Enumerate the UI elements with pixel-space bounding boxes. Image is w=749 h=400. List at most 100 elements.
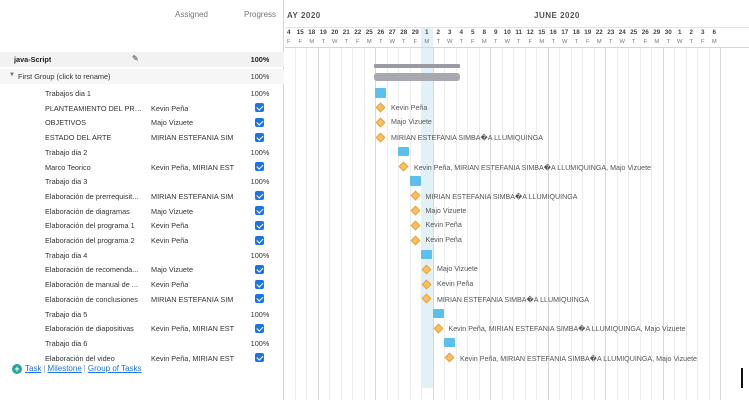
day-number: 17	[561, 29, 569, 36]
done-checkbox[interactable]	[255, 235, 264, 245]
milestone-row[interactable]: Elaboración de diagramas Majo Vizuete	[0, 204, 284, 219]
row-assigned[interactable]: Majo Vizuete	[151, 207, 235, 216]
milestone-diamond[interactable]	[375, 102, 386, 113]
task-bar[interactable]	[432, 308, 444, 318]
row-name[interactable]: Elaboración de diapositivas	[45, 324, 145, 333]
milestone-row[interactable]: OBJETIVOS Majo Vizuete	[0, 115, 284, 130]
task-bar[interactable]	[398, 146, 409, 157]
milestone-row[interactable]: Elaboración de prerrequisit... MIRIAN EST…	[0, 189, 284, 204]
done-checkbox[interactable]	[255, 132, 264, 142]
group-summary-bar[interactable]	[374, 73, 460, 81]
column-header-assigned[interactable]: Assigned	[175, 10, 208, 19]
day-of-week: M	[539, 39, 545, 45]
milestone-diamond[interactable]	[410, 190, 420, 201]
column-header-progress[interactable]: Progress	[244, 10, 276, 19]
row-name[interactable]: Elaboración de conclusiones	[45, 295, 145, 304]
task-row[interactable]: Trabajo dia 4 100%	[0, 248, 284, 263]
milestone-row[interactable]: PLANTEAMIENTO DEL PRO... Kevin Peña	[0, 101, 284, 116]
milestone-diamond[interactable]	[398, 161, 409, 172]
row-assigned[interactable]: MIRIAN ESTEFANIA SIM	[151, 295, 235, 304]
task-row[interactable]: Trabajo dia 3 100%	[0, 174, 284, 189]
milestone-diamond[interactable]	[410, 220, 420, 231]
milestone-row[interactable]: Elaboración de conclusiones MIRIAN ESTEFA…	[0, 292, 284, 307]
milestone-row[interactable]: Marco Teorico Kevin Peña, MIRIAN EST	[0, 160, 284, 175]
task-row[interactable]: Trabajos dia 1 100%	[0, 86, 284, 101]
row-assigned[interactable]: Kevin Peña, MIRIAN EST	[151, 354, 235, 363]
milestone-row[interactable]: Elaboración del programa 2 Kevin Peña	[0, 233, 284, 248]
done-checkbox[interactable]	[255, 353, 264, 363]
milestone-row[interactable]: ESTADO DEL ARTE MIRIAN ESTEFANIA SIM	[0, 130, 284, 145]
row-assigned[interactable]: Majo Vizuete	[151, 118, 235, 127]
milestone-row[interactable]: Elaboración de diapositivas Kevin Peña, M…	[0, 321, 284, 336]
row-name[interactable]: Elaboración de diagramas	[45, 207, 145, 216]
add-group-link[interactable]: Group of Tasks	[88, 364, 142, 373]
row-assigned[interactable]: Kevin Peña	[151, 280, 235, 289]
row-name[interactable]: Elaboración de prerrequisit...	[45, 192, 145, 201]
row-name[interactable]: OBJETIVOS	[45, 118, 145, 127]
done-checkbox[interactable]	[255, 264, 264, 274]
project-row[interactable]: java-Script ✎ 100%	[0, 52, 284, 67]
done-checkbox[interactable]	[255, 294, 264, 304]
row-name[interactable]: Elaboración del programa 2	[45, 236, 145, 245]
task-row[interactable]: Trabajo dia 5 100%	[0, 307, 284, 322]
row-assigned[interactable]: Kevin Peña	[151, 236, 235, 245]
row-name[interactable]: Elaboración de recomenda...	[45, 265, 145, 274]
row-name[interactable]: Trabajos dia 1	[45, 89, 145, 98]
row-name[interactable]: Trabajo dia 2	[45, 148, 145, 157]
task-bar[interactable]	[444, 337, 455, 348]
row-assigned[interactable]: MIRIAN ESTEFANIA SIM	[151, 192, 235, 201]
day-gridline	[536, 48, 537, 400]
row-name[interactable]: Trabajo dia 3	[45, 177, 145, 186]
pencil-icon[interactable]: ✎	[132, 54, 139, 63]
milestone-diamond[interactable]	[410, 235, 420, 245]
group-name[interactable]: First Group (click to rename)	[18, 72, 110, 81]
row-assigned[interactable]: Kevin Peña, MIRIAN EST	[151, 324, 235, 333]
day-gridline	[421, 48, 422, 400]
project-name[interactable]: java-Script	[14, 55, 51, 64]
row-name[interactable]: PLANTEAMIENTO DEL PRO...	[45, 104, 145, 113]
task-bar[interactable]	[421, 249, 432, 260]
row-name[interactable]: ESTADO DEL ARTE	[45, 133, 145, 142]
add-task-link[interactable]: Task	[25, 364, 41, 373]
done-checkbox[interactable]	[255, 103, 264, 113]
milestone-diamond[interactable]	[433, 323, 443, 334]
row-name[interactable]: Elaboración del video	[45, 354, 145, 363]
task-bar[interactable]	[409, 176, 421, 186]
done-checkbox[interactable]	[255, 220, 264, 230]
done-checkbox[interactable]	[255, 117, 264, 127]
task-row[interactable]: Trabajo dia 2 100%	[0, 145, 284, 160]
group-row[interactable]: ▼ First Group (click to rename) 100%	[0, 69, 284, 84]
done-checkbox[interactable]	[255, 279, 264, 289]
done-checkbox[interactable]	[255, 206, 264, 216]
row-assigned[interactable]: Kevin Peña, MIRIAN EST	[151, 163, 235, 172]
task-row[interactable]: Trabajo dia 6 100%	[0, 336, 284, 351]
row-name[interactable]: Trabajo dia 4	[45, 251, 145, 260]
done-checkbox[interactable]	[255, 162, 264, 171]
row-assigned[interactable]: Kevin Peña	[151, 221, 235, 230]
row-name[interactable]: Trabajo dia 5	[45, 310, 145, 319]
day-number: 26	[377, 29, 385, 36]
project-summary-bar[interactable]	[374, 64, 460, 68]
milestone-row[interactable]: Elaboración de manual de ... Kevin Peña	[0, 277, 284, 292]
row-name[interactable]: Marco Teorico	[45, 163, 145, 172]
done-checkbox[interactable]	[255, 323, 264, 333]
add-icon[interactable]: +	[12, 364, 22, 374]
gantt-chart[interactable]: AY 2020 JUNE 2020 4 F 15 F 18 M 19 T 20 W 21 T 22 F 25…	[285, 0, 749, 400]
row-name[interactable]: Elaboración de manual de ...	[45, 280, 145, 289]
milestone-row[interactable]: Elaboración de recomenda... Majo Vizuete	[0, 262, 284, 277]
row-name[interactable]: Elaboración del programa 1	[45, 221, 145, 230]
row-name[interactable]: Trabajo dia 6	[45, 339, 145, 348]
done-checkbox[interactable]	[255, 191, 264, 201]
row-assigned[interactable]: Kevin Peña	[151, 104, 235, 113]
add-milestone-link[interactable]: Milestone	[48, 364, 82, 373]
milestone-diamond[interactable]	[410, 205, 420, 216]
task-grid: Assigned Progress java-Script ✎ 100% ▼ F…	[0, 0, 284, 400]
milestone-diamond[interactable]	[444, 352, 455, 363]
collapse-arrow-icon[interactable]: ▼	[9, 72, 15, 78]
row-assigned[interactable]: Majo Vizuete	[151, 265, 235, 274]
task-bar[interactable]	[375, 88, 386, 98]
milestone-diamond[interactable]	[375, 117, 386, 128]
milestone-row[interactable]: Elaboración del programa 1 Kevin Peña	[0, 218, 284, 233]
row-assigned[interactable]: MIRIAN ESTEFANIA SIM	[151, 133, 235, 142]
milestone-diamond[interactable]	[375, 132, 386, 143]
